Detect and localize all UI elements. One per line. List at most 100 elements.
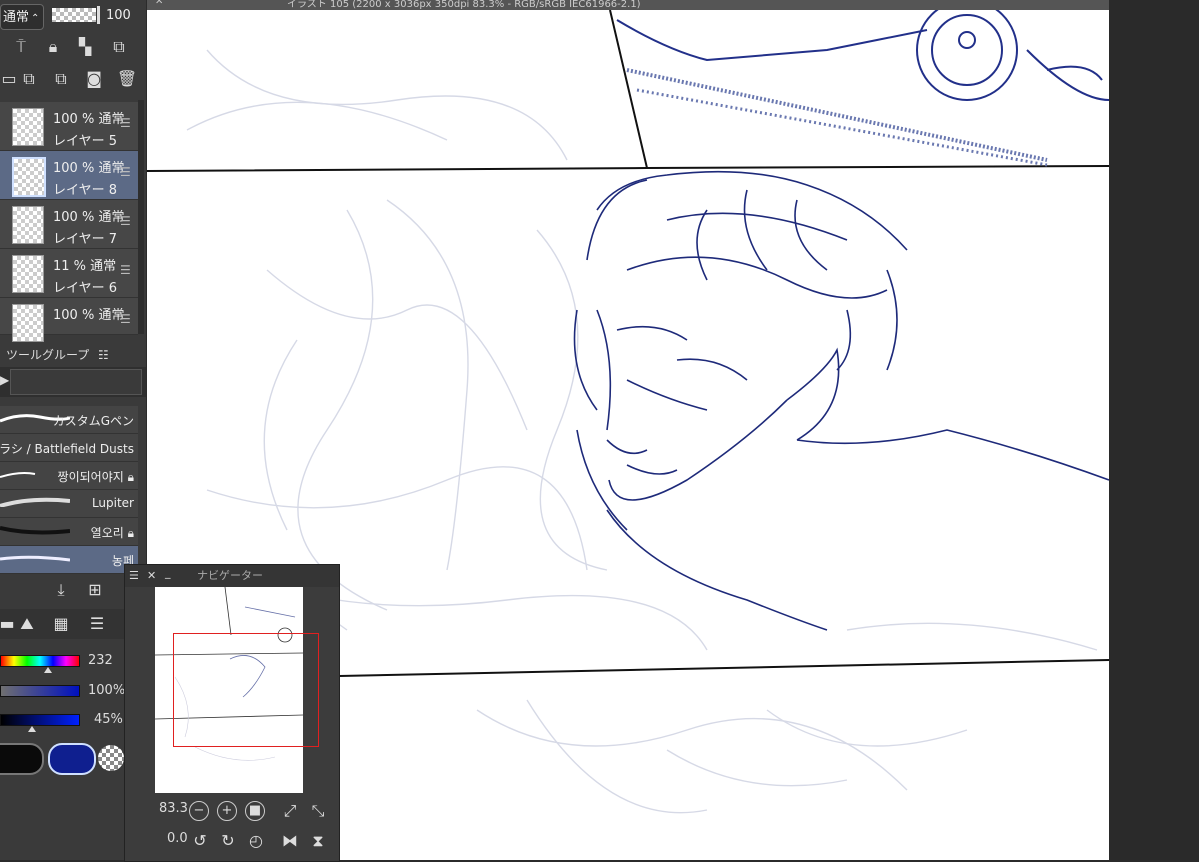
layer-name: レイヤー 6 — [53, 281, 118, 296]
layer-opacity-mode: 100 % 通常 — [53, 112, 125, 127]
layer-thumbnail — [12, 206, 44, 244]
brush-item[interactable]: ブラシ / Battlefield Dusts — [0, 434, 138, 462]
hue-slider[interactable] — [0, 655, 80, 667]
transparent-color-swatch[interactable] — [98, 745, 124, 771]
fit-window-icon[interactable]: ⤢ — [279, 800, 301, 822]
zoom-in-icon[interactable]: + — [217, 801, 237, 821]
tool-search-input[interactable] — [10, 369, 142, 395]
reference-layer-icon[interactable]: ⧉ — [108, 36, 130, 58]
hamburger-icon[interactable]: ☰ — [120, 312, 131, 326]
brush-name-with-lock: 짱이되어야지 🔒︎ — [57, 470, 134, 484]
brightness-value[interactable]: 45% — [94, 712, 123, 727]
brightness-slider[interactable] — [0, 714, 80, 726]
navigator-controls: 83.3 − + ■ ⤢ ⤡ 0.0 ↺ ↻ ◴ ⧓ ⧗ — [125, 797, 339, 861]
layer-toolbar-2: ▭ ⧉ ⧉ ◙ 🗑︎ — [0, 68, 146, 98]
layer-item[interactable]: 100 % 通常 ☰ — [0, 298, 138, 342]
opacity-value[interactable]: 100 — [106, 8, 131, 23]
hamburger-icon[interactable]: ☰ — [120, 263, 131, 277]
tool-group-label: ツールグループ — [6, 348, 90, 362]
brush-name: Lupiter — [91, 496, 134, 510]
lock-icon[interactable]: 🔒︎ — [42, 36, 64, 58]
layer-name: レイヤー 7 — [53, 232, 118, 247]
hamburger-icon[interactable]: ☰ — [120, 165, 131, 179]
minimize-icon[interactable]: _ — [165, 562, 171, 584]
lock-icon: 🔒︎ — [127, 526, 134, 540]
close-icon[interactable]: ✕ — [155, 0, 163, 7]
reset-rotation-icon[interactable]: ◴ — [245, 830, 267, 852]
brush-stroke-preview — [0, 526, 70, 535]
trash-icon[interactable]: 🗑︎ — [116, 68, 138, 90]
lock-transparency-icon[interactable]: ▚ — [74, 36, 96, 58]
color-slider-tab[interactable]: ☰ — [86, 613, 108, 635]
saturation-value[interactable]: 100% — [88, 683, 125, 698]
new-folder-icon[interactable]: ▭ — [0, 68, 20, 90]
rotate-left-icon[interactable]: ↺ — [189, 830, 211, 852]
layer-item[interactable]: 100 % 通常 レイヤー 5 ☰ — [0, 102, 138, 151]
merge-layer-icon[interactable]: ⧉ — [50, 68, 72, 90]
layer-opacity-mode: 100 % 通常 — [53, 210, 125, 225]
flip-horizontal-icon[interactable]: ⧓ — [279, 830, 301, 852]
layer-name: レイヤー 8 — [53, 183, 118, 198]
hamburger-icon[interactable]: ☰ — [120, 214, 131, 228]
layer-opacity-mode: 100 % 通常 — [53, 308, 125, 323]
document-tab-title[interactable]: イラスト 105 (2200 x 3036px 350dpi 83.3% - R… — [287, 0, 641, 10]
brush-name: カスタムGペン — [52, 414, 134, 428]
tool-search-bar[interactable]: ▶ — [0, 367, 146, 397]
brush-item[interactable]: 열오리 🔒︎ — [0, 518, 138, 546]
copy-layer-icon[interactable]: ⧉ — [18, 68, 40, 90]
layer-clip-icon[interactable]: ⍑ — [10, 36, 32, 58]
zoom-value[interactable]: 83.3 — [159, 801, 188, 816]
brush-stroke-preview — [0, 555, 70, 562]
brightness-handle[interactable] — [28, 726, 36, 732]
layer-item[interactable]: 100 % 通常 レイヤー 7 ☰ — [0, 200, 138, 249]
chevron-right-icon[interactable]: ▶ — [0, 373, 9, 387]
brush-item[interactable]: 짱이되어야지 🔒︎ — [0, 462, 138, 490]
tool-group-header[interactable]: ツールグループ ☷ — [0, 343, 146, 367]
brush-stroke-preview — [0, 497, 70, 507]
actual-size-icon[interactable]: ⤡ — [307, 800, 329, 822]
add-icon[interactable]: ⊞ — [84, 579, 106, 601]
navigator-title: ナビゲーター — [197, 569, 263, 582]
brush-item[interactable]: カスタムGペン — [0, 406, 138, 434]
brush-name: ブラシ / Battlefield Dusts — [0, 442, 134, 456]
main-color-swatch[interactable] — [0, 743, 44, 775]
layer-opacity-mode: 100 % 通常 — [53, 161, 125, 176]
navigator-header[interactable]: ☰ ✕ _ ナビゲーター — [125, 565, 339, 587]
lock-icon: 🔒︎ — [127, 470, 134, 484]
navigator-panel: ☰ ✕ _ ナビゲーター 83.3 − + ■ ⤢ ⤡ 0.0 ↺ ↻ ◴ ⧓ … — [124, 564, 340, 862]
layer-item[interactable]: 11 % 通常 レイヤー 6 ☰ — [0, 249, 138, 298]
close-icon[interactable]: ✕ — [147, 565, 156, 587]
brush-item[interactable]: Lupiter — [0, 490, 138, 518]
hue-handle[interactable] — [44, 667, 52, 673]
layer-scrollbar[interactable] — [138, 100, 144, 334]
rotation-value[interactable]: 0.0 — [167, 831, 188, 846]
opacity-slider[interactable] — [52, 8, 96, 22]
brush-item-selected[interactable]: 농페 — [0, 546, 138, 574]
layer-toolbar-1: ⍑ 🔒︎ ▚ ⧉ — [0, 36, 146, 66]
saturation-slider[interactable] — [0, 685, 80, 697]
document-tab-bar[interactable]: ✕ イラスト 105 (2200 x 3036px 350dpi 83.3% -… — [147, 0, 1109, 10]
character-line-art — [573, 170, 1109, 631]
opacity-slider-handle[interactable] — [97, 6, 100, 24]
layer-mask-icon[interactable]: ◙ — [83, 68, 105, 90]
sub-color-swatch[interactable] — [48, 743, 96, 775]
zoom-out-icon[interactable]: − — [189, 801, 209, 821]
hamburger-icon[interactable]: ☰ — [129, 565, 139, 587]
color-mountains-tab[interactable]: ⛰ — [16, 613, 38, 635]
layer-item-selected[interactable]: 100 % 通常 レイヤー 8 ☰ — [0, 151, 138, 200]
blend-mode-value: 通常 — [3, 10, 30, 25]
import-icon[interactable]: ⤓ — [50, 579, 72, 601]
chevron-updown-icon: ⌃ — [31, 13, 40, 24]
layer-thumbnail — [12, 108, 44, 146]
hue-value[interactable]: 232 — [88, 653, 113, 668]
color-set-tab[interactable]: ▦ — [50, 613, 72, 635]
rotate-right-icon[interactable]: ↻ — [217, 830, 239, 852]
right-gutter — [1109, 0, 1199, 860]
flip-vertical-icon[interactable]: ⧗ — [307, 830, 329, 852]
layer-thumbnail — [12, 255, 44, 293]
settings-icon[interactable]: ☷ — [98, 343, 109, 367]
stop-icon[interactable]: ■ — [245, 801, 265, 821]
navigator-viewport-frame[interactable] — [173, 633, 319, 747]
blend-mode-select[interactable]: 通常 ⌃ — [0, 4, 44, 30]
hamburger-icon[interactable]: ☰ — [120, 116, 131, 130]
